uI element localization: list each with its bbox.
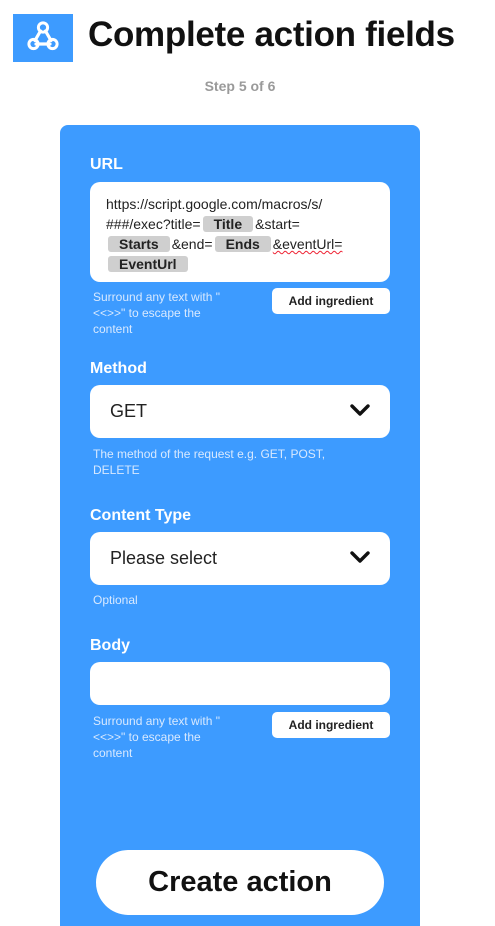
content-type-helper-text: Optional [93, 593, 138, 607]
method-helper-text: The method of the request e.g. GET, POST… [93, 447, 326, 477]
webhooks-icon [26, 20, 60, 57]
url-text: ###/exec?title= [106, 216, 201, 232]
method-value: GET [110, 401, 148, 421]
url-text: &start= [255, 216, 300, 232]
body-add-ingredient-button[interactable]: Add ingredient [272, 712, 390, 738]
url-field[interactable]: https://script.google.com/macros/s/ ###/… [90, 182, 390, 282]
page-title: Complete action fields [88, 15, 455, 54]
url-text: https://script.google.com/macros/s/ [106, 196, 323, 212]
content-type-value: Please select [110, 548, 218, 568]
url-add-ingredient-button[interactable]: Add ingredient [272, 288, 390, 314]
chevron-down-icon [350, 548, 370, 569]
create-action-button[interactable]: Create action [96, 850, 384, 915]
content-type-label: Content Type [90, 507, 192, 524]
content-type-select[interactable]: Please select [90, 532, 390, 585]
ingredient-title[interactable]: Title [202, 216, 254, 232]
body-field[interactable] [90, 662, 390, 705]
action-fields-form: URL https://script.google.com/macros/s/ … [60, 125, 420, 926]
url-helper-text: Surround any text with " <<>>" to escape… [93, 290, 220, 336]
body-helper-text: Surround any text with " <<>>" to escape… [93, 714, 220, 760]
ingredient-starts[interactable]: Starts [108, 236, 170, 252]
method-label: Method [90, 360, 147, 377]
ingredient-ends[interactable]: Ends [214, 236, 271, 252]
url-label: URL [90, 156, 123, 173]
webhooks-logo [13, 14, 73, 62]
url-text: &end= [171, 236, 213, 252]
chevron-down-icon [350, 401, 370, 422]
body-label: Body [90, 637, 130, 654]
url-text: &eventUrl= [272, 236, 343, 252]
method-select[interactable]: GET [90, 385, 390, 438]
step-indicator: Step 5 of 6 [204, 78, 276, 94]
ingredient-eventurl[interactable]: EventUrl [108, 256, 188, 272]
